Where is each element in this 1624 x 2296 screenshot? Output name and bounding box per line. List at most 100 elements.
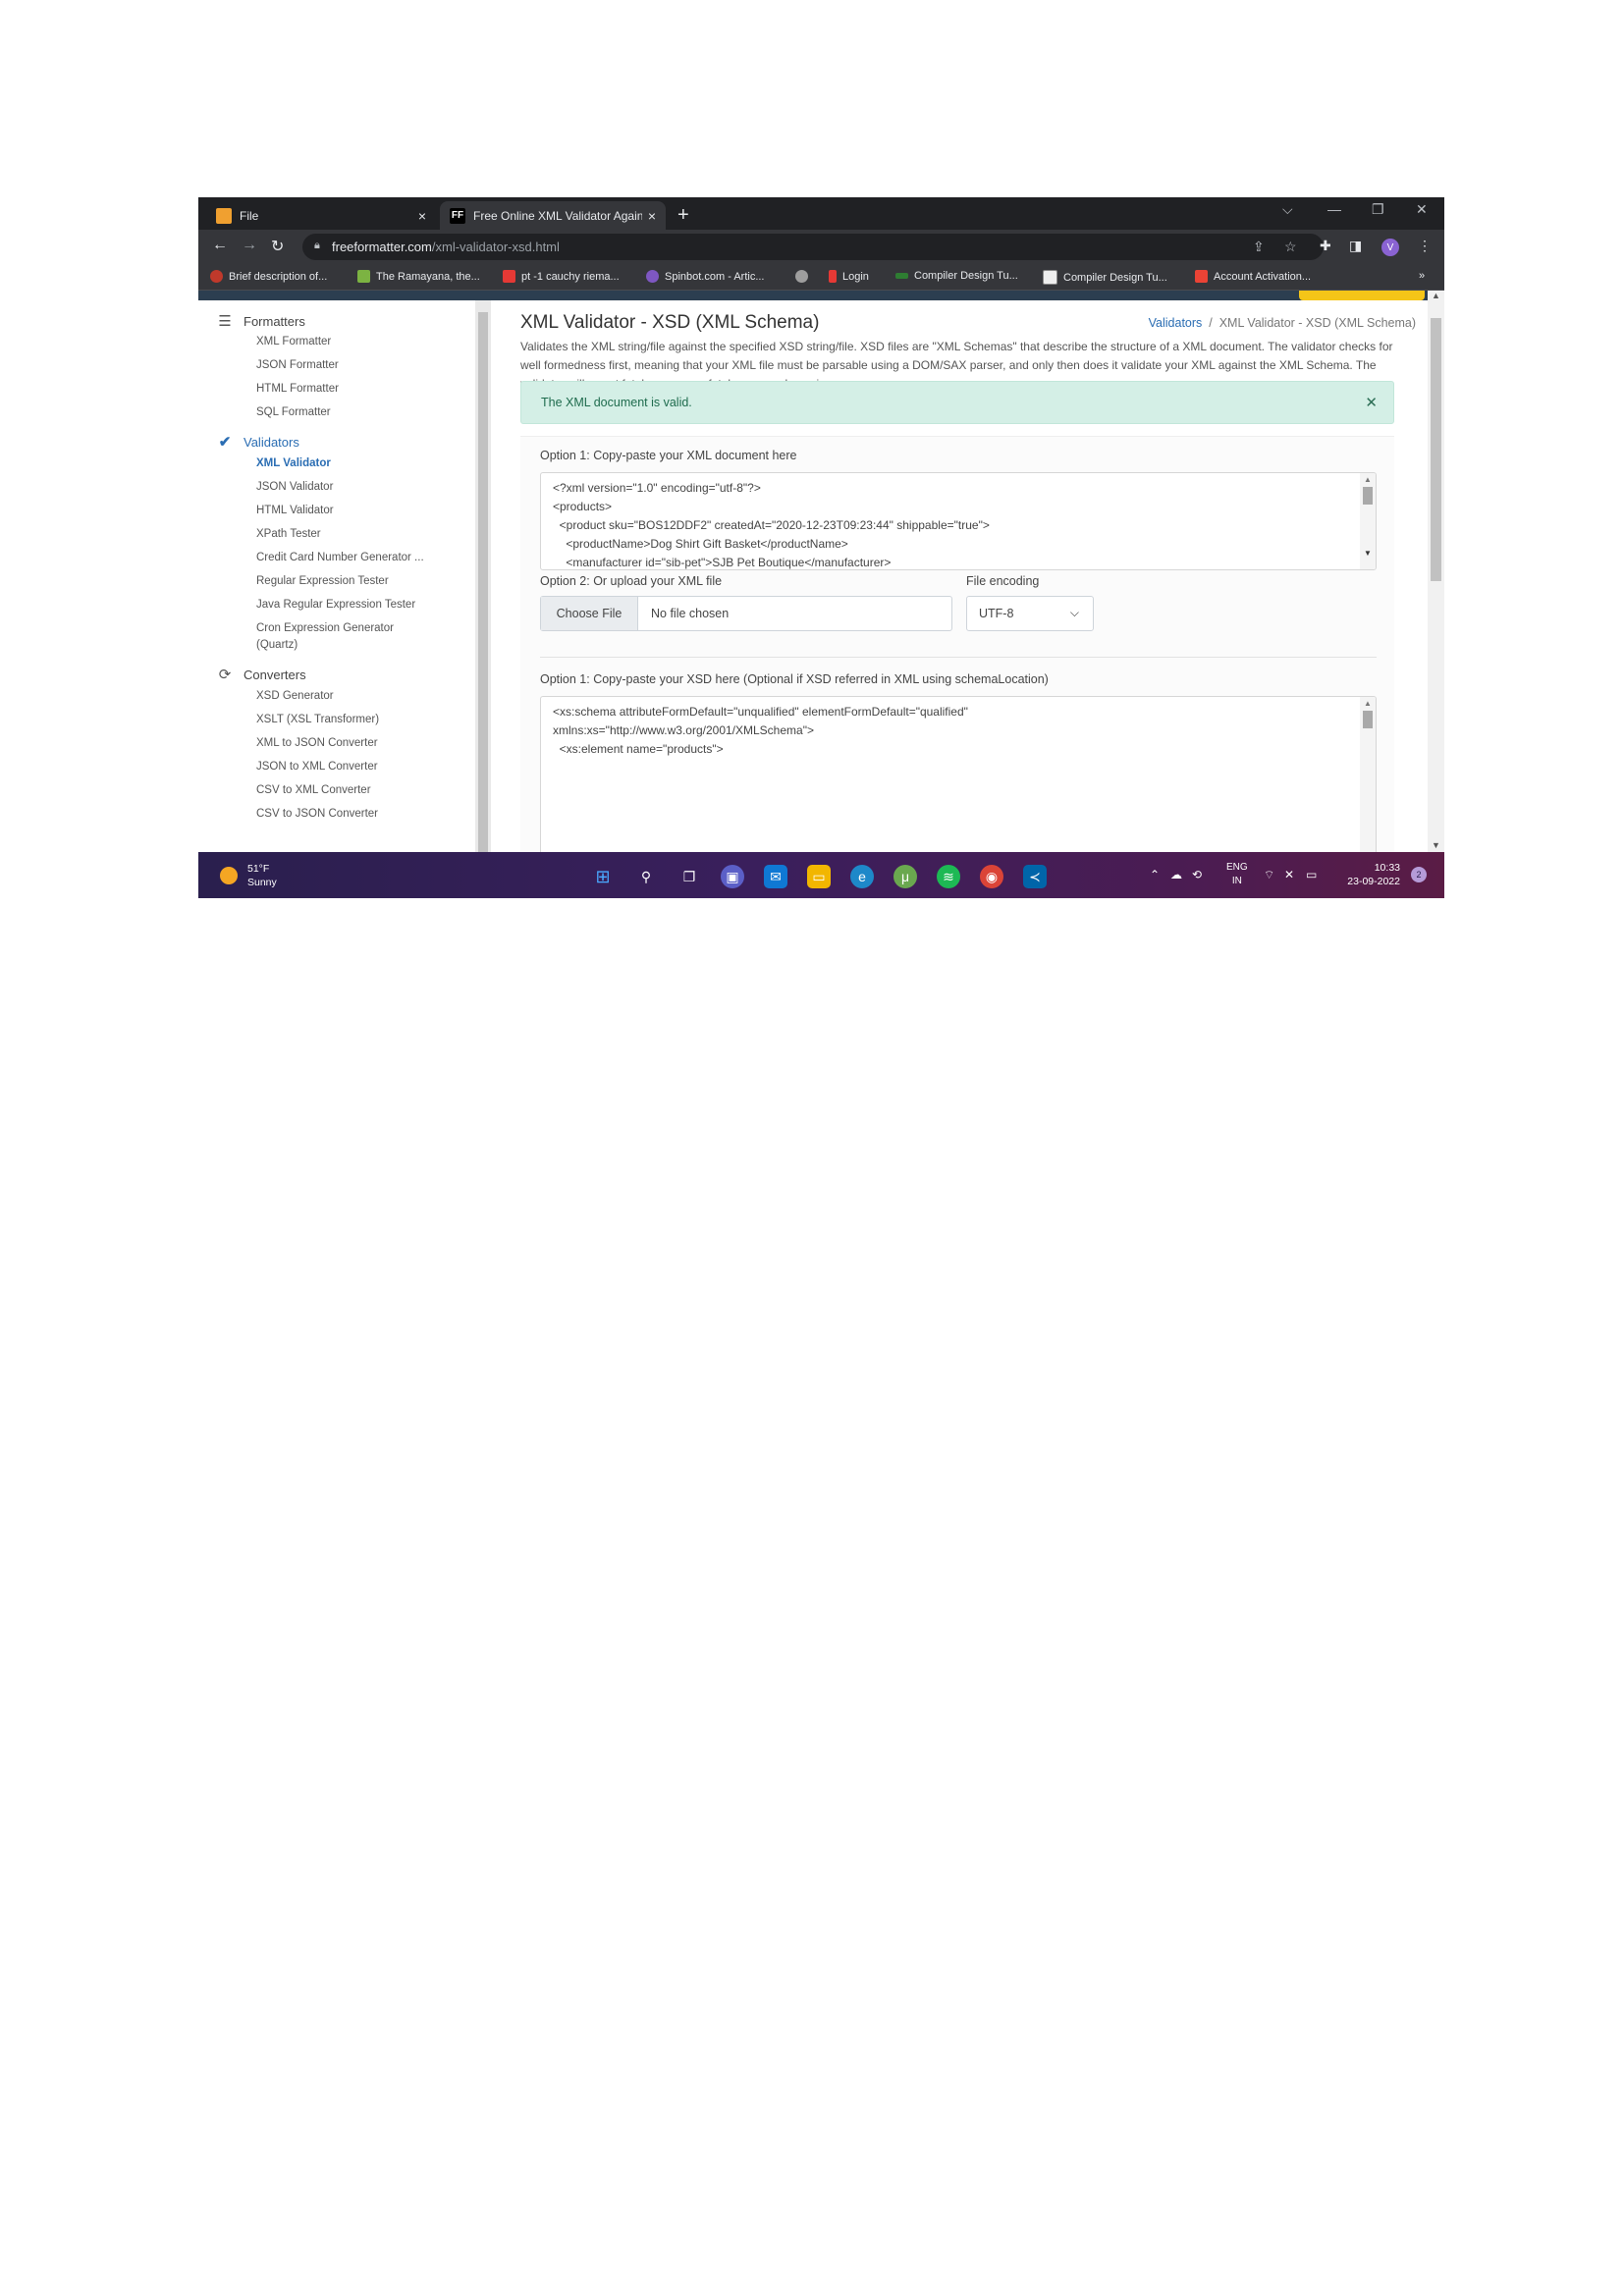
back-icon[interactable]: ← (212, 237, 228, 254)
sidebar-section-formatters[interactable]: ☰ Formatters (216, 312, 305, 330)
bookmark-item[interactable]: Brief description of... (210, 270, 327, 283)
choose-file-button[interactable]: Choose File (541, 597, 638, 630)
close-window-icon[interactable]: ✕ (1416, 201, 1428, 218)
language-indicator[interactable]: ENG IN (1226, 861, 1248, 888)
sidebar-item-json-formatter[interactable]: JSON Formatter (256, 359, 339, 371)
tab-file[interactable]: File × (206, 201, 436, 230)
chevron-up-icon[interactable]: ⌃ (1150, 868, 1160, 881)
bookmarks-bar: Brief description of... The Ramayana, th… (198, 264, 1444, 291)
bookmark-item[interactable]: Account Activation... (1195, 270, 1311, 283)
bookmark-item[interactable]: Login (829, 270, 869, 283)
notification-badge[interactable]: 2 (1411, 867, 1427, 882)
chrome-icon[interactable]: ◉ (980, 865, 1003, 888)
weather-widget[interactable]: 51°F Sunny (247, 862, 277, 889)
tab-close-icon[interactable]: × (418, 208, 426, 224)
minimize-icon[interactable]: — (1327, 201, 1341, 217)
share-icon[interactable]: ⇪ (1253, 239, 1265, 255)
profile-avatar[interactable]: V (1381, 239, 1399, 256)
sidebar-item-cron-generator[interactable]: Cron Expression Generator (256, 622, 394, 634)
volume-muted-icon[interactable]: ✕ (1284, 868, 1294, 881)
scroll-up-icon[interactable]: ▲ (1432, 291, 1440, 300)
address-bar[interactable]: 🔒︎ freeformatter.com/xml-validator-xsd.h… (302, 234, 1324, 260)
sidebar-item-xpath-tester[interactable]: XPath Tester (256, 528, 321, 540)
code-line: <product sku="BOS12DDF2" createdAt="2020… (553, 518, 990, 532)
sidebar-item-xsd-generator[interactable]: XSD Generator (256, 690, 334, 702)
tab-close-icon[interactable]: × (648, 208, 656, 224)
lock-icon: 🔒︎ (314, 240, 320, 251)
sidebar-item-xml-validator[interactable]: XML Validator (256, 457, 331, 469)
tab-search-icon[interactable]: ⌵ (1282, 201, 1293, 218)
sidebar-section-converters[interactable]: ⟳ Converters (216, 666, 306, 683)
extensions-icon[interactable]: ✚ (1320, 238, 1331, 254)
spotify-icon[interactable]: ≋ (937, 865, 960, 888)
wifi-icon[interactable]: ⌔ (1264, 868, 1274, 882)
scroll-down-icon[interactable]: ▼ (1432, 840, 1440, 850)
restore-icon[interactable]: ❐ (1372, 201, 1384, 218)
teams-icon[interactable]: ▣ (721, 865, 744, 888)
page-scrollbar[interactable]: ▲ ▼ (1428, 291, 1444, 852)
sync-icon[interactable]: ⟲ (1192, 868, 1202, 881)
bookmark-item[interactable]: Compiler Design Tu... (1043, 270, 1167, 285)
bookmark-favicon-icon (829, 270, 837, 283)
mail-icon[interactable]: ✉ (764, 865, 787, 888)
sidebar-item-json-to-xml[interactable]: JSON to XML Converter (256, 761, 378, 773)
scroll-down-icon[interactable]: ▼ (1364, 549, 1372, 558)
scroll-up-icon[interactable]: ▲ (1364, 475, 1372, 484)
textarea-scrollbar[interactable]: ▲ (1360, 697, 1376, 852)
bookmarks-overflow-icon[interactable]: » (1419, 270, 1425, 282)
xml-textarea[interactable]: <?xml version="1.0" encoding="utf-8"?> <… (540, 472, 1377, 570)
xsd-textarea[interactable]: <xs:schema attributeFormDefault="unquali… (540, 696, 1377, 852)
utorrent-icon[interactable]: μ (893, 865, 917, 888)
bookmark-star-icon[interactable]: ☆ (1284, 239, 1297, 255)
sun-icon[interactable] (220, 867, 238, 884)
sidebar-item-xml-formatter[interactable]: XML Formatter (256, 336, 331, 347)
sidebar-item-csv-to-xml[interactable]: CSV to XML Converter (256, 784, 371, 796)
bookmark-favicon-icon (895, 273, 908, 279)
edge-icon[interactable]: e (850, 865, 874, 888)
code-line: <productName>Dog Shirt Gift Basket</prod… (553, 537, 848, 551)
file-explorer-icon[interactable]: ▭ (807, 865, 831, 888)
sidebar-item-html-validator[interactable]: HTML Validator (256, 505, 334, 516)
bookmark-item[interactable]: Spinbot.com - Artic... (646, 270, 764, 283)
sidebar-item-csv-to-json[interactable]: CSV to JSON Converter (256, 808, 378, 820)
scroll-thumb[interactable] (1363, 487, 1373, 505)
close-icon[interactable]: ✕ (1365, 394, 1378, 411)
bookmark-item[interactable]: The Ramayana, the... (357, 270, 480, 283)
new-tab-button[interactable]: + (677, 204, 689, 227)
battery-icon[interactable]: ▭ (1306, 868, 1317, 881)
scroll-thumb[interactable] (1363, 711, 1373, 728)
sidebar-item-sql-formatter[interactable]: SQL Formatter (256, 406, 331, 418)
sidebar-item-regex-tester[interactable]: Regular Expression Tester (256, 575, 389, 587)
sidebar-item-credit-card-generator[interactable]: Credit Card Number Generator ... (256, 552, 424, 563)
reload-icon[interactable]: ↻ (271, 237, 284, 256)
task-view-icon[interactable]: ❐ (677, 865, 701, 888)
sidebar-item-java-regex-tester[interactable]: Java Regular Expression Tester (256, 599, 415, 611)
vscode-icon[interactable]: ≺ (1023, 865, 1047, 888)
url-text: freeformatter.com/xml-validator-xsd.html (332, 240, 560, 254)
sidebar-item-xslt[interactable]: XSLT (XSL Transformer) (256, 714, 379, 725)
breadcrumb-link-validators[interactable]: Validators (1149, 316, 1203, 330)
bookmark-item[interactable]: pt -1 cauchy riema... (503, 270, 620, 283)
sidebar-item-html-formatter[interactable]: HTML Formatter (256, 383, 339, 395)
start-icon[interactable]: ⊞ (591, 865, 615, 888)
sidebar-section-validators[interactable]: ✔ Validators (216, 433, 299, 451)
sidebar-item-json-validator[interactable]: JSON Validator (256, 481, 333, 493)
search-icon[interactable]: ⚲ (634, 865, 658, 888)
sidebar-item-xml-to-json[interactable]: XML to JSON Converter (256, 737, 378, 749)
sidebar-item-cron-generator-suffix[interactable]: (Quartz) (256, 639, 298, 651)
file-upload-input[interactable]: Choose File No file chosen (540, 596, 952, 631)
bookmark-item[interactable] (795, 270, 814, 283)
cloud-icon[interactable]: ☁ (1170, 868, 1182, 881)
encoding-select[interactable]: UTF-8 ⌵ (966, 596, 1094, 631)
side-panel-icon[interactable]: ◨ (1349, 238, 1362, 254)
clock[interactable]: 10:33 23-09-2022 (1339, 861, 1400, 888)
sidebar-scroll-thumb[interactable] (478, 312, 488, 852)
scroll-thumb[interactable] (1431, 318, 1441, 581)
tab-freeformatter[interactable]: FF Free Online XML Validator Again × (440, 201, 666, 230)
header-button[interactable] (1299, 291, 1425, 300)
bookmark-item[interactable]: Compiler Design Tu... (895, 270, 1018, 282)
forward-icon[interactable]: → (242, 237, 257, 254)
textarea-scrollbar[interactable]: ▲ ▼ (1360, 473, 1376, 569)
menu-icon[interactable]: ⋮ (1418, 238, 1432, 254)
scroll-up-icon[interactable]: ▲ (1364, 699, 1372, 708)
